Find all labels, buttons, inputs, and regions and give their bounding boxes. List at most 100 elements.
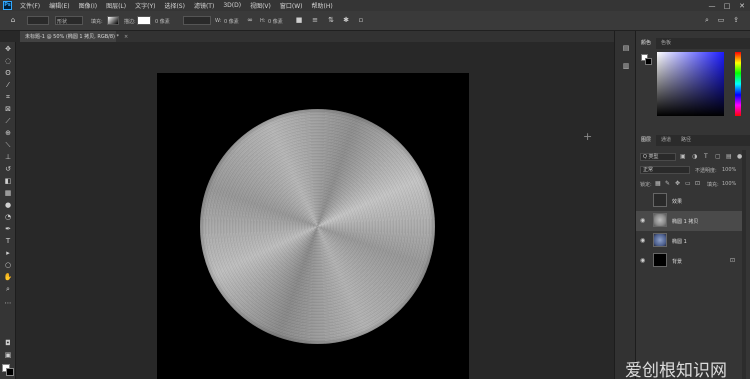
- width-value[interactable]: 0 像素: [224, 18, 239, 25]
- eye-icon[interactable]: ◉: [640, 217, 645, 224]
- eyedropper-tool-icon[interactable]: ⟋: [3, 116, 13, 126]
- type-tool-icon[interactable]: T: [3, 236, 13, 246]
- document-tab[interactable]: 未标题-1 @ 50% (椭圆 1 拷贝, RGB/8) * ×: [20, 31, 128, 42]
- menu-layer[interactable]: 图层(L): [106, 1, 126, 10]
- menu-3d[interactable]: 3D(D): [223, 2, 241, 9]
- fill-swatch[interactable]: [107, 16, 119, 25]
- menu-filter[interactable]: 滤镜(T): [194, 1, 214, 10]
- blur-tool-icon[interactable]: ●: [3, 200, 13, 210]
- layer-row[interactable]: ◉ 椭圆 1: [636, 231, 742, 251]
- height-label: H:: [260, 18, 266, 24]
- eye-icon[interactable]: ◉: [640, 257, 645, 264]
- link-icon[interactable]: ∞: [246, 16, 254, 24]
- stroke-type-select[interactable]: [183, 16, 211, 25]
- path-alignment-icon[interactable]: ≡: [311, 16, 319, 24]
- lock-image-icon[interactable]: ✎: [665, 180, 670, 187]
- path-selection-tool-icon[interactable]: ▸: [3, 248, 13, 258]
- lock-all-icon[interactable]: ⊡: [695, 180, 700, 187]
- tab-layers[interactable]: 图层: [636, 135, 657, 146]
- background-color-swatch[interactable]: [6, 368, 14, 376]
- shape-mode-label: 形状: [57, 19, 68, 25]
- gear-icon[interactable]: ✱: [342, 16, 350, 24]
- eraser-tool-icon[interactable]: ◧: [3, 176, 13, 186]
- filter-adjustment-icon[interactable]: ◑: [692, 153, 697, 160]
- dodge-tool-icon[interactable]: ◔: [3, 212, 13, 222]
- quick-mask-icon[interactable]: ◘: [3, 338, 13, 348]
- lock-label: 锁定:: [640, 182, 652, 188]
- lock-artboard-icon[interactable]: ▭: [685, 180, 691, 187]
- photoshop-logo: Ps: [3, 1, 12, 10]
- brushed-metal-circle: [200, 109, 435, 344]
- close-tab-icon[interactable]: ×: [124, 34, 128, 40]
- layer-name: 背景: [672, 259, 683, 265]
- share-icon[interactable]: ⇪: [732, 16, 740, 24]
- menu-window[interactable]: 窗口(W): [280, 1, 303, 10]
- opacity-value[interactable]: 100%: [722, 167, 736, 173]
- move-tool-icon[interactable]: ✥: [3, 44, 13, 54]
- tools-panel: ✥ ◌ ʘ ⁄ ⌗ ⊠ ⟋ ⊕ ⟍ ⊥ ↺ ◧ ▦ ● ◔ ✒ T ▸ ○ ✋ …: [0, 42, 16, 379]
- close-window-button[interactable]: ✕: [735, 0, 749, 11]
- lock-pixels-icon[interactable]: ▦: [655, 180, 661, 187]
- filter-type-icon[interactable]: T: [704, 153, 708, 160]
- home-icon[interactable]: ⌂: [9, 16, 17, 24]
- stamp-tool-icon[interactable]: ⊥: [3, 152, 13, 162]
- filter-shape-icon[interactable]: ▢: [715, 153, 721, 160]
- more-tools-icon[interactable]: ⋯: [3, 298, 13, 308]
- layer-filter-select[interactable]: Q 类型: [640, 153, 676, 161]
- tab-channels[interactable]: 通道: [656, 135, 676, 146]
- fill-value[interactable]: 100%: [722, 181, 736, 187]
- menu-image[interactable]: 图像(I): [79, 1, 97, 10]
- zoom-tool-icon[interactable]: ⌕: [3, 284, 13, 294]
- quick-select-tool-icon[interactable]: ⁄: [3, 80, 13, 90]
- marquee-tool-icon[interactable]: ◌: [3, 56, 13, 66]
- menu-help[interactable]: 帮助(H): [312, 1, 333, 10]
- healing-brush-tool-icon[interactable]: ⊕: [3, 128, 13, 138]
- fill-label: 填充:: [91, 19, 103, 25]
- menu-view[interactable]: 视图(V): [250, 1, 271, 10]
- lock-position-icon[interactable]: ✥: [675, 180, 680, 187]
- screen-mode-icon[interactable]: ▣: [3, 350, 13, 360]
- pen-tool-icon[interactable]: ✒: [3, 224, 13, 234]
- tool-preset-picker[interactable]: [27, 16, 49, 25]
- hue-slider[interactable]: [735, 52, 741, 116]
- frame-tool-icon[interactable]: ⊠: [3, 104, 13, 114]
- history-brush-tool-icon[interactable]: ↺: [3, 164, 13, 174]
- crop-tool-icon[interactable]: ⌗: [3, 92, 13, 102]
- layer-name: 椭圆 1 拷贝: [672, 219, 699, 225]
- color-picker-field[interactable]: [657, 52, 724, 116]
- tab-color[interactable]: 颜色: [636, 38, 657, 49]
- blend-mode-select[interactable]: 正常: [640, 166, 690, 174]
- height-value[interactable]: 0 像素: [268, 18, 283, 25]
- stroke-swatch[interactable]: [137, 16, 151, 25]
- ellipse-tool-icon[interactable]: ○: [3, 260, 13, 270]
- menu-edit[interactable]: 编辑(E): [49, 1, 69, 10]
- color-panel-background[interactable]: [645, 58, 652, 65]
- align-edges-icon[interactable]: ▫: [357, 16, 365, 24]
- layer-row[interactable]: 效果: [636, 191, 742, 211]
- layer-row[interactable]: ◉ 椭圆 1 拷贝: [636, 211, 742, 231]
- search-icon[interactable]: ⌕: [703, 16, 711, 24]
- history-panel-icon[interactable]: ▤: [621, 43, 631, 53]
- options-bar: ⌂ 形状 填充: 描边: 0 像素 W: 0 像素 ∞ H: 0 像素 ■ ≡ …: [0, 11, 750, 31]
- filter-smart-object-icon[interactable]: ▤: [726, 153, 732, 160]
- maximize-button[interactable]: □: [720, 0, 734, 11]
- gradient-tool-icon[interactable]: ▦: [3, 188, 13, 198]
- tab-swatches[interactable]: 色板: [656, 38, 676, 49]
- hand-tool-icon[interactable]: ✋: [3, 272, 13, 282]
- brush-tool-icon[interactable]: ⟍: [3, 140, 13, 150]
- properties-panel-icon[interactable]: ▥: [621, 61, 631, 71]
- layers-scrollbar[interactable]: [742, 150, 746, 379]
- tab-paths[interactable]: 路径: [676, 135, 696, 146]
- lasso-tool-icon[interactable]: ʘ: [3, 68, 13, 78]
- eye-icon[interactable]: ◉: [640, 237, 645, 244]
- path-operations-icon[interactable]: ■: [295, 16, 303, 24]
- path-arrangement-icon[interactable]: ⇅: [327, 16, 335, 24]
- minimize-button[interactable]: —: [705, 0, 719, 11]
- menu-select[interactable]: 选择(S): [164, 1, 185, 10]
- menu-type[interactable]: 文字(Y): [135, 1, 155, 10]
- menu-file[interactable]: 文件(F): [20, 1, 40, 10]
- workspace-icon[interactable]: ▭: [717, 16, 725, 24]
- layer-row[interactable]: ◉ 背景 ⊡: [636, 251, 742, 271]
- filter-pixel-icon[interactable]: ▣: [680, 153, 686, 160]
- stroke-size-value[interactable]: 0 像素: [155, 18, 170, 25]
